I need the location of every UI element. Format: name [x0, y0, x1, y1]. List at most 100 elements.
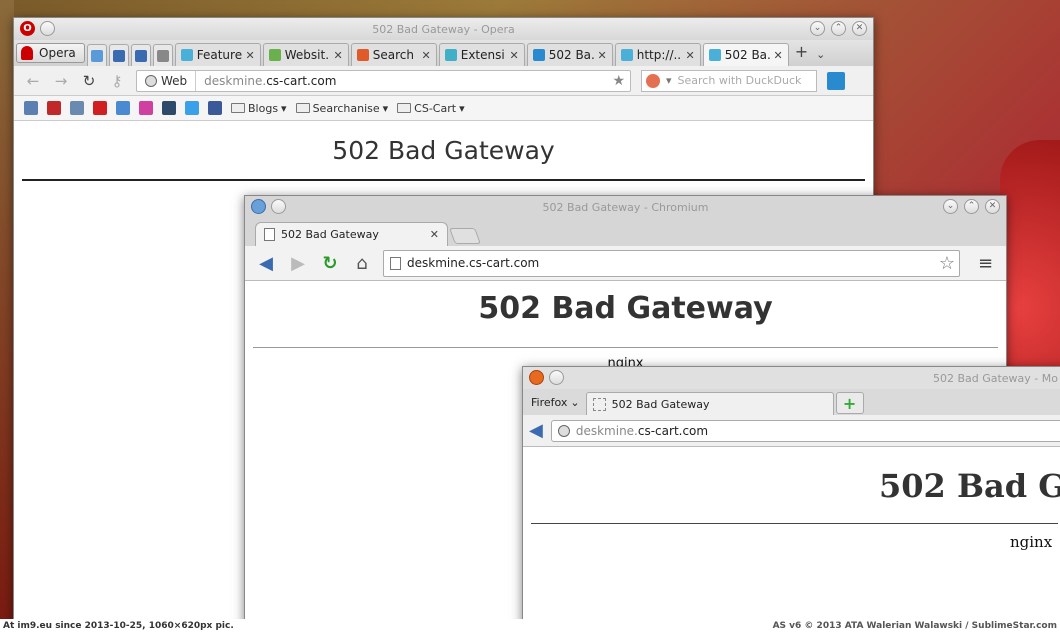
- extension-icon[interactable]: [827, 71, 845, 90]
- close-tab-icon[interactable]: ✕: [422, 49, 431, 62]
- window-title: 502 Bad Gateway - Mo: [932, 371, 1058, 385]
- tab[interactable]: Extensi... ✕: [438, 43, 525, 66]
- speaker-icon[interactable]: [116, 101, 130, 115]
- bookmark-icon[interactable]: [47, 101, 61, 115]
- bookmark-folder[interactable]: Blogs ▾: [231, 102, 287, 115]
- home-icon[interactable]: ⌂: [351, 252, 373, 274]
- new-tab-button[interactable]: +: [835, 392, 864, 414]
- window-menu-icon[interactable]: [549, 370, 564, 385]
- close-icon[interactable]: ✕: [852, 21, 867, 36]
- close-tab-icon[interactable]: ✕: [686, 49, 695, 62]
- pinned-tab[interactable]: [130, 44, 151, 66]
- back-icon[interactable]: ◀: [255, 252, 277, 274]
- url-text: deskmine.cs-cart.com: [407, 256, 540, 270]
- youtube-icon[interactable]: [93, 101, 107, 115]
- globe-icon: [145, 74, 157, 87]
- forward-icon[interactable]: →: [52, 72, 70, 90]
- reload-icon[interactable]: ↻: [319, 252, 341, 274]
- new-tab-icon[interactable]: +: [795, 42, 808, 61]
- tab-active[interactable]: 502 Bad Gateway ✕: [255, 222, 448, 246]
- tab[interactable]: Websit... ✕: [262, 43, 349, 66]
- reload-icon[interactable]: ↻: [80, 72, 98, 90]
- address-bar[interactable]: deskmine.cs-cart.com: [550, 419, 1060, 442]
- tab[interactable]: http://... ✕: [614, 43, 701, 66]
- server-label: nginx: [1010, 533, 1053, 551]
- tab-active[interactable]: 502 Bad Gateway: [585, 392, 834, 415]
- tab-active[interactable]: 502 Ba... ✕: [702, 43, 789, 66]
- window-menu-icon[interactable]: [271, 199, 286, 214]
- firefox-logo-icon[interactable]: [529, 370, 544, 385]
- opera-logo-icon[interactable]: O: [20, 21, 35, 36]
- close-tab-icon[interactable]: ✕: [774, 49, 783, 62]
- back-icon[interactable]: ◀: [529, 420, 543, 441]
- tab-label: 502 Ba...: [548, 48, 594, 62]
- web-chip-label: Web: [161, 73, 188, 88]
- pinned-tab[interactable]: [108, 44, 129, 66]
- window-title: 502 Bad Gateway - Opera: [372, 22, 515, 36]
- firefox-page: 502 Bad G nginx: [523, 447, 1060, 551]
- close-tab-icon[interactable]: ✕: [334, 49, 343, 62]
- opera-icon: [21, 46, 33, 60]
- folder-label: Searchanise: [312, 101, 380, 115]
- web-chip[interactable]: Web: [137, 70, 197, 91]
- close-tab-icon[interactable]: ✕: [430, 228, 439, 241]
- favicon-icon: [620, 49, 633, 61]
- chromium-toolbar: ◀ ▶ ↻ ⌂ deskmine.cs-cart.com ☆ ≡: [245, 246, 1006, 281]
- forward-icon[interactable]: ▶: [287, 252, 309, 274]
- vk-icon[interactable]: [24, 101, 38, 115]
- firefox-menu-button[interactable]: Firefox ⌄: [527, 391, 584, 413]
- omnibox[interactable]: deskmine.cs-cart.com ☆: [383, 249, 960, 277]
- tab[interactable]: 502 Ba... ✕: [526, 43, 613, 66]
- bookmark-star-icon[interactable]: ☆: [939, 253, 955, 274]
- music-icon[interactable]: [139, 101, 153, 115]
- pinned-tab[interactable]: [152, 44, 173, 66]
- tab[interactable]: Search ... ✕: [350, 43, 437, 66]
- bookmark-star-icon[interactable]: ★: [612, 73, 630, 89]
- opera-navbar: ← → ↻ ⚷ Web deskmine.cs-cart.com ★ ▾ Sea…: [14, 66, 873, 96]
- opera-titlebar[interactable]: O 502 Bad Gateway - Opera ⌄ ⌃ ✕: [14, 18, 873, 40]
- window-menu-icon[interactable]: [40, 21, 55, 36]
- folder-icon: [231, 103, 245, 113]
- tab-label: 502 Bad Gateway: [611, 397, 710, 411]
- h-icon[interactable]: [70, 101, 84, 115]
- url-prefix: deskmine.: [204, 73, 267, 88]
- tab[interactable]: Feature... ✕: [174, 43, 261, 66]
- back-icon[interactable]: ←: [24, 72, 42, 90]
- maximize-icon[interactable]: ⌃: [831, 21, 846, 36]
- address-bar[interactable]: Web deskmine.cs-cart.com ★: [136, 69, 631, 92]
- pinned-tab[interactable]: [86, 44, 107, 66]
- tumblr-icon[interactable]: [162, 101, 176, 115]
- opera-menu-button[interactable]: Opera: [16, 43, 85, 63]
- url-text[interactable]: deskmine.cs-cart.com: [196, 74, 612, 88]
- firefox-tabbar: Firefox ⌄ 502 Bad Gateway +: [523, 389, 1060, 415]
- search-field[interactable]: ▾ Search with DuckDuck: [641, 69, 817, 92]
- loading-icon: [592, 397, 606, 411]
- close-tab-icon[interactable]: ✕: [598, 49, 607, 62]
- chromium-titlebar[interactable]: 502 Bad Gateway - Chromium ⌄ ⌃ ✕: [245, 196, 1006, 218]
- chevron-down-icon: ▾: [666, 74, 672, 87]
- new-tab-button[interactable]: [449, 228, 481, 244]
- menu-icon[interactable]: ≡: [978, 253, 993, 274]
- close-icon[interactable]: ✕: [985, 199, 1000, 214]
- close-tab-icon[interactable]: ✕: [246, 49, 255, 62]
- minimize-icon[interactable]: ⌄: [943, 199, 958, 214]
- favicon-icon: [356, 49, 369, 61]
- footer-left-text: At im9.eu since 2013-10-25, 1060×620px p…: [3, 620, 234, 631]
- bookmark-folder[interactable]: Searchanise ▾: [295, 101, 388, 115]
- watermark-footer: At im9.eu since 2013-10-25, 1060×620px p…: [0, 619, 1060, 632]
- twitter-icon[interactable]: [185, 101, 199, 115]
- firefox-window: 502 Bad Gateway - Mo Firefox ⌄ 502 Bad G…: [522, 366, 1060, 632]
- close-tab-icon[interactable]: ✕: [510, 49, 519, 62]
- page-icon: [390, 256, 401, 270]
- gear-icon: [112, 49, 125, 62]
- facebook-icon[interactable]: [208, 101, 222, 115]
- maximize-icon[interactable]: ⌃: [964, 199, 979, 214]
- tab-menu-icon[interactable]: ⌄: [816, 48, 825, 61]
- chromium-logo-icon[interactable]: [251, 199, 266, 214]
- key-icon[interactable]: ⚷: [108, 72, 126, 90]
- tab-label: Websit...: [284, 48, 330, 62]
- firefox-titlebar[interactable]: 502 Bad Gateway - Mo: [523, 367, 1060, 389]
- bookmark-folder[interactable]: CS-Cart ▾: [397, 102, 465, 115]
- window-title: 502 Bad Gateway - Chromium: [542, 200, 709, 214]
- minimize-icon[interactable]: ⌄: [810, 21, 825, 36]
